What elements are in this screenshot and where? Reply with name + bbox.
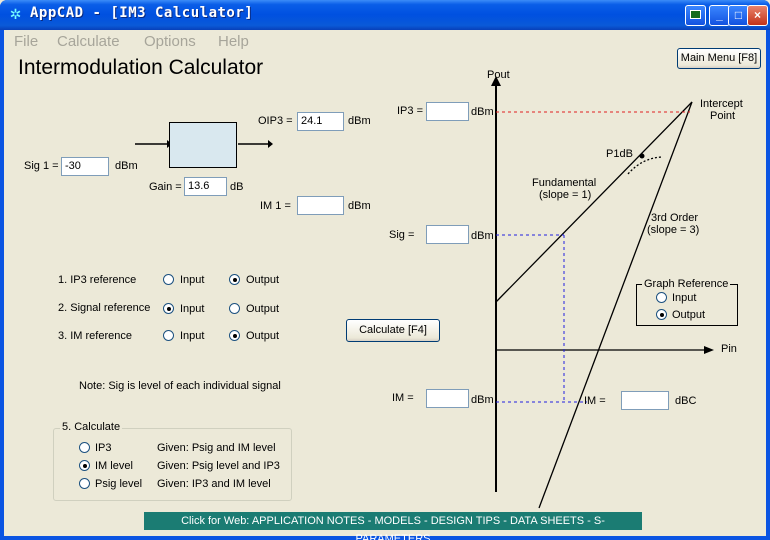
ip3-graph-label: IP3 = — [397, 105, 423, 117]
graph-ref-output-label: Output — [672, 309, 706, 321]
graph-ref-input-label: Input — [672, 292, 697, 304]
app-icon: ✲ — [9, 6, 22, 22]
compression-curve — [627, 156, 663, 175]
graph-ref-input-radio[interactable] — [656, 292, 667, 303]
sig-graph-label: Sig = — [389, 229, 415, 241]
graph-reference-title: Graph Reference — [642, 278, 731, 290]
fundamental-slope-label: (slope = 1) — [539, 189, 592, 201]
ip3-graph-input[interactable] — [426, 102, 469, 121]
intercept-label: Intercept — [700, 98, 743, 110]
sig-graph-input[interactable] — [426, 225, 469, 244]
ip3-graph-unit: dBm — [471, 106, 494, 118]
third-order-label: 3rd Order — [651, 212, 699, 224]
imc-label: IM = — [584, 395, 606, 407]
window-title: AppCAD - [IM3 Calculator] — [30, 5, 254, 21]
minimize-button[interactable]: _ — [709, 5, 730, 26]
monitor-icon[interactable] — [685, 5, 706, 26]
im-graph-unit: dBm — [471, 394, 494, 406]
fundamental-line — [495, 101, 693, 303]
im-graph-label: IM = — [392, 392, 414, 404]
imc-input[interactable] — [621, 391, 669, 410]
graph-ref-output-radio[interactable] — [656, 309, 667, 320]
p1db-point — [639, 153, 645, 159]
imc-unit: dBC — [675, 395, 697, 407]
web-link-bar[interactable]: Click for Web: APPLICATION NOTES - MODEL… — [144, 512, 642, 540]
pout-label: Pout — [487, 69, 510, 81]
title-bar[interactable]: ✲ AppCAD - [IM3 Calculator] _ □ × — [0, 0, 770, 30]
p1db-label: P1dB — [606, 148, 633, 160]
intercept-point-label: Point — [710, 110, 736, 122]
fundamental-label: Fundamental — [532, 177, 597, 189]
client-area: File Calculate Options Help Intermodulat… — [4, 30, 766, 540]
im-graph-input[interactable] — [426, 389, 469, 408]
sig-graph-unit: dBm — [471, 230, 494, 242]
pin-label: Pin — [721, 343, 737, 355]
third-order-slope-label: (slope = 3) — [647, 224, 700, 236]
app-window: ✲ AppCAD - [IM3 Calculator] _ □ × File C… — [0, 0, 770, 540]
maximize-button[interactable]: □ — [728, 5, 749, 26]
pin-axis-arrow — [704, 346, 714, 354]
close-button[interactable]: × — [747, 5, 768, 26]
